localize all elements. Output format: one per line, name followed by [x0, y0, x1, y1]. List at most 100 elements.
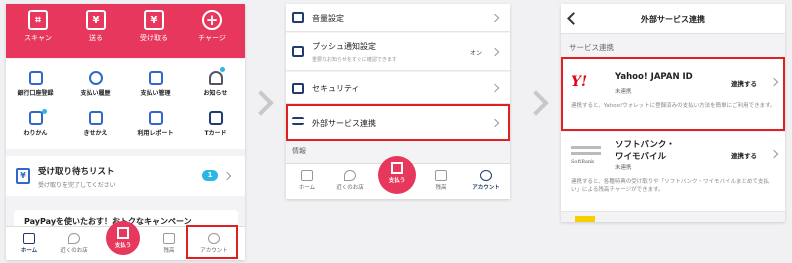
balance-icon [163, 233, 175, 244]
home-icon [23, 233, 35, 244]
balance-icon [435, 170, 447, 181]
tab-home-label: ホーム [298, 185, 316, 191]
scan-label: スキャン [24, 34, 52, 42]
map-pin-icon [68, 233, 80, 244]
softbank-status: 未連携 [615, 165, 632, 171]
push-notification-label: プッシュ通知設定 [312, 42, 376, 51]
bank-register-label: 銀行口座登録 [17, 90, 54, 97]
softbank-logo-text: SoftBank [571, 159, 595, 165]
scan-button[interactable]: ⌗ スキャン [12, 10, 64, 43]
pay-button[interactable]: 支払う [378, 156, 416, 194]
push-notification-value: オン [470, 50, 483, 57]
tab-nearby-label: 近くのお店 [60, 248, 88, 254]
softbank-logo: SoftBank [571, 146, 601, 165]
send-button[interactable]: ¥ 送る [70, 10, 122, 43]
chevron-right-icon [490, 83, 500, 93]
payment-history-label: 支払い履歴 [80, 90, 111, 97]
map-pin-icon [344, 170, 356, 181]
theme-label: きせかえ [83, 130, 108, 137]
softbank-link-button[interactable]: 連携する [731, 150, 757, 160]
volume-icon [292, 12, 304, 23]
tab-balance-label: 残高 [163, 248, 175, 254]
volume-settings-row[interactable]: 音量設定 [286, 4, 510, 32]
usage-report-button[interactable]: 利用レポート [126, 111, 185, 137]
notification-dot [220, 67, 225, 72]
bank-register-button[interactable]: 銀行口座登録 [6, 71, 65, 97]
next-service-logo [575, 216, 595, 222]
send-label: 送る [89, 34, 103, 42]
receive-list-title: 受け取り待ちリスト [38, 167, 115, 177]
chevron-right-icon [490, 13, 500, 23]
tutorial-strip: ⌗ スキャン ¥ 送る ¥ 受け取る + チャージ 銀行口座登録 支払い履歴 支… [0, 0, 792, 263]
security-row[interactable]: セキュリティ [286, 72, 510, 104]
yahoo-card-highlight [561, 57, 785, 131]
charge-icon: + [202, 10, 222, 30]
scan-icon: ⌗ [28, 10, 48, 30]
receive-waiting-list[interactable]: ¥ 受け取り待ちリスト 受け取りを完了してください 1 [6, 156, 245, 196]
tab-balance[interactable]: 残高 [426, 170, 456, 191]
external-service-screen: 外部サービス連携 サービス連携 Y! Yahoo! JAPAN ID 未連携 連… [561, 4, 785, 222]
tcard-icon [208, 111, 223, 125]
bank-icon [28, 71, 43, 85]
split-dot [42, 109, 47, 114]
tab-nearby[interactable]: 近くのお店 [54, 233, 94, 254]
push-notification-sub: 重要なお知らせをすぐに確認できます [312, 57, 397, 63]
chat-icon [292, 46, 304, 57]
nav-bar: 外部サービス連携 [561, 4, 785, 34]
split-bill-button[interactable]: わりかん [6, 111, 65, 137]
volume-settings-label: 音量設定 [312, 14, 344, 23]
usage-report-label: 利用レポート [137, 130, 174, 137]
split-bill-label: わりかん [23, 130, 48, 137]
qr-icon [117, 227, 129, 239]
softbank-name-line1: ソフトバンク・ [615, 140, 675, 150]
wallet-icon [148, 71, 163, 85]
page-title: 外部サービス連携 [641, 15, 705, 24]
send-icon: ¥ [86, 10, 106, 30]
home-icon [301, 170, 313, 181]
payment-manage-button[interactable]: 支払い管理 [126, 71, 185, 97]
tab-home-label: ホーム [20, 248, 38, 254]
theme-icon [88, 111, 103, 125]
notifications-button[interactable]: お知らせ [186, 71, 245, 97]
payment-history-button[interactable]: 支払い履歴 [66, 71, 125, 97]
pay-label: 支払う [388, 178, 406, 184]
tcard-label: Tカード [204, 130, 227, 137]
tab-bar: ホーム 近くのお店 支払う 残高 アカウント [286, 156, 510, 199]
softbank-description: 連携すると、各種特典の受け取りや「ソフトバンク・ワイモバイルまとめて支払い」によ… [571, 179, 769, 193]
push-notification-row[interactable]: プッシュ通知設定 重要なお知らせをすぐに確認できます オン [286, 33, 510, 71]
tab-nearby-label: 近くのお店 [336, 185, 364, 191]
section-label: サービス連携 [569, 43, 614, 52]
tcard-button[interactable]: Tカード [186, 111, 245, 137]
step-arrow-icon [248, 90, 274, 116]
step-arrow-icon [523, 90, 549, 116]
yen-icon: ¥ [16, 168, 30, 184]
charge-button[interactable]: + チャージ [186, 10, 238, 43]
notifications-label: お知らせ [203, 90, 228, 97]
lock-icon [292, 83, 304, 94]
tab-balance[interactable]: 残高 [154, 233, 184, 254]
pay-label: 支払う [114, 243, 132, 249]
feature-grid: 銀行口座登録 支払い履歴 支払い管理 お知らせ わりかん きせかえ 利用レポート… [6, 59, 245, 149]
tab-home[interactable]: ホーム [14, 233, 44, 254]
receive-list-subtitle: 受け取りを完了してください [38, 182, 116, 189]
account-settings-screen: 音量設定 プッシュ通知設定 重要なお知らせをすぐに確認できます オン セキュリテ… [286, 4, 510, 199]
receive-label: 受け取る [140, 34, 168, 42]
account-tab-highlight [186, 225, 238, 259]
theme-button[interactable]: きせかえ [66, 111, 125, 137]
chevron-right-icon [769, 149, 779, 159]
external-service-highlight [286, 104, 510, 141]
action-header: ⌗ スキャン ¥ 送る ¥ 受け取る + チャージ [6, 4, 245, 58]
tab-home[interactable]: ホーム [292, 170, 322, 191]
payment-manage-label: 支払い管理 [140, 90, 171, 97]
softbank-service-card[interactable]: SoftBank ソフトバンク・ ワイモバイル 未連携 連携する 連携すると、各… [561, 132, 785, 212]
home-screen: ⌗ スキャン ¥ 送る ¥ 受け取る + チャージ 銀行口座登録 支払い履歴 支… [6, 4, 245, 260]
split-icon [28, 111, 43, 125]
charge-label: チャージ [198, 34, 226, 42]
tab-nearby[interactable]: 近くのお店 [330, 170, 370, 191]
count-badge: 1 [202, 170, 218, 181]
receive-button[interactable]: ¥ 受け取る [128, 10, 180, 43]
bell-icon [208, 71, 223, 85]
tab-account[interactable]: アカウント [466, 170, 506, 191]
receive-icon: ¥ [144, 10, 164, 30]
pay-button[interactable]: 支払う [106, 221, 140, 255]
